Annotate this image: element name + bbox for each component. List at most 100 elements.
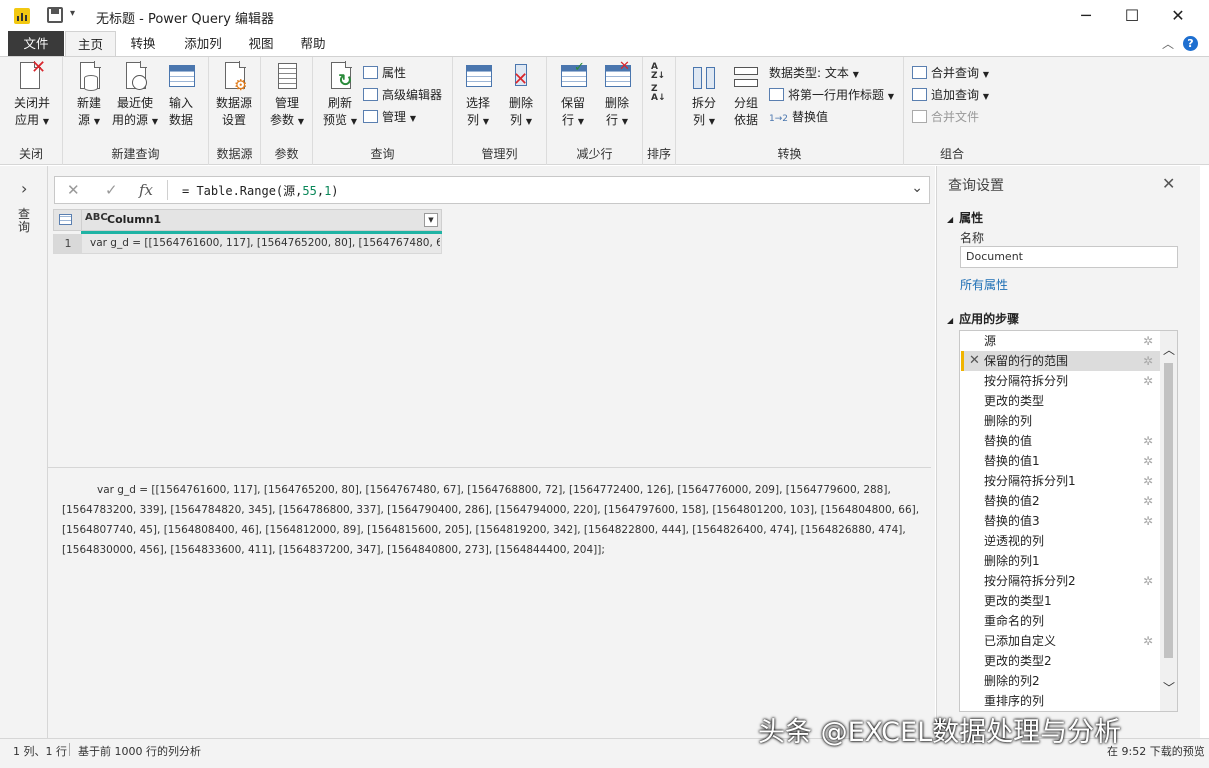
tab-home[interactable]: 主页 <box>65 31 116 56</box>
applied-step[interactable]: 删除的列1 <box>961 551 1161 571</box>
applied-step[interactable]: 重命名的列 <box>961 611 1161 631</box>
maximize-button[interactable]: ☐ <box>1109 0 1155 31</box>
tab-file[interactable]: 文件 <box>8 31 64 56</box>
recent-sources-icon <box>120 61 150 93</box>
cancel-formula-icon[interactable]: ✕ <box>67 181 80 199</box>
step-settings-icon[interactable]: ✲ <box>1143 331 1153 351</box>
manage-params-label-2-text: 参数 <box>270 113 295 127</box>
fx-icon[interactable]: fx <box>139 181 153 199</box>
properties-icon <box>363 66 378 79</box>
preview-divider[interactable] <box>48 467 931 468</box>
applied-step[interactable]: 替换的值1 ✲ <box>961 451 1161 471</box>
tab-view[interactable]: 视图 <box>240 31 282 56</box>
refresh-icon: ↻ <box>325 61 355 93</box>
query-name-input[interactable]: Document <box>960 246 1178 268</box>
expand-formula-icon[interactable]: ⌄ <box>911 180 923 196</box>
tab-transform[interactable]: 转换 <box>120 31 166 56</box>
collapse-ribbon-icon[interactable]: ︿ <box>1162 35 1174 52</box>
advanced-editor-button[interactable]: 高级编辑器 <box>363 85 442 105</box>
table-cell[interactable]: var g_d = [[1564761600, 117], [156476520… <box>90 237 440 249</box>
applied-step[interactable]: 删除的列2 <box>961 671 1161 691</box>
applied-steps-header[interactable]: ◢ 应用的步骤 <box>947 310 1019 327</box>
table-menu-button[interactable] <box>54 210 82 230</box>
applied-step[interactable]: 按分隔符拆分列 ✲ <box>961 371 1161 391</box>
step-settings-icon[interactable]: ✲ <box>1143 571 1153 591</box>
remove-columns-button[interactable]: ✕ 删除 列 ▼ <box>499 61 543 130</box>
group-by-label-1: 分组 <box>733 96 758 110</box>
combine-files-button[interactable]: 合并文件 <box>912 107 979 127</box>
applied-step-label: 逆透视的列 <box>984 534 1045 548</box>
applied-step[interactable]: 按分隔符拆分列2 ✲ <box>961 571 1161 591</box>
enter-data-button[interactable]: 输入 数据 <box>159 61 203 129</box>
save-icon[interactable] <box>47 7 63 23</box>
refresh-preview-button[interactable]: ↻ 刷新 预览 ▼ <box>318 61 362 130</box>
applied-step[interactable]: 替换的值3 ✲ <box>961 511 1161 531</box>
scrollbar-thumb[interactable] <box>1164 363 1173 658</box>
manage-button[interactable]: 管理 ▼ <box>363 107 416 127</box>
minimize-button[interactable]: ─ <box>1063 0 1109 31</box>
applied-step[interactable]: 更改的类型 <box>961 391 1161 411</box>
replace-values-button[interactable]: 1→2 替换值 <box>769 107 828 127</box>
applied-steps-label: 应用的步骤 <box>959 312 1020 326</box>
sort-descending-icon[interactable]: Z A↓ <box>651 85 666 103</box>
step-settings-icon[interactable]: ✲ <box>1143 491 1153 511</box>
group-by-button[interactable]: 分组 依据 <box>724 61 768 129</box>
applied-step[interactable]: 重排序的列 <box>961 691 1161 711</box>
datasource-settings-button[interactable]: ⚙ 数据源 设置 <box>212 61 256 129</box>
remove-rows-button[interactable]: ✕ 删除 行 ▼ <box>595 59 639 130</box>
queries-pane-label[interactable]: 查询 <box>18 208 32 234</box>
column-filter-icon[interactable]: ▼ <box>424 213 438 227</box>
properties-section-header[interactable]: ◢ 属性 <box>947 209 983 226</box>
split-column-button[interactable]: 拆分 列 ▼ <box>682 61 726 130</box>
scroll-down-icon[interactable]: ﹀ <box>1163 679 1175 696</box>
expand-queries-icon[interactable]: › <box>21 179 27 198</box>
manage-params-button[interactable]: 管理 参数 ▼ <box>265 61 309 130</box>
applied-step[interactable]: 按分隔符拆分列1 ✲ <box>961 471 1161 491</box>
help-icon[interactable]: ? <box>1183 36 1198 51</box>
applied-step[interactable]: 已添加自定义 ✲ <box>961 631 1161 651</box>
sort-ascending-icon[interactable]: A Z↓ <box>651 63 665 81</box>
recent-sources-button[interactable]: 最近使 用的源 ▼ <box>111 61 159 130</box>
step-settings-icon[interactable]: ✲ <box>1143 511 1153 531</box>
step-settings-icon[interactable]: ✲ <box>1143 431 1153 451</box>
column-type-icon[interactable]: ABC <box>85 212 108 223</box>
formula-input[interactable]: = Table.Range(源,55,1) <box>182 182 339 199</box>
data-type-dropdown[interactable]: 数据类型: 文本 ▼ <box>769 63 859 83</box>
steps-scrollbar[interactable]: ︿ ﹀ <box>1160 331 1177 711</box>
applied-step[interactable]: 更改的类型2 <box>961 651 1161 671</box>
close-window-button[interactable]: ✕ <box>1155 0 1201 31</box>
applied-step[interactable]: 逆透视的列 <box>961 531 1161 551</box>
step-settings-icon[interactable]: ✲ <box>1143 351 1153 371</box>
table-row[interactable]: 1 var g_d = [[1564761600, 117], [1564765… <box>53 234 442 254</box>
step-settings-icon[interactable]: ✲ <box>1143 371 1153 391</box>
quick-access-dropdown-icon[interactable]: ▾ <box>70 8 75 19</box>
step-settings-icon[interactable]: ✲ <box>1143 451 1153 471</box>
all-properties-link[interactable]: 所有属性 <box>960 276 1008 293</box>
scroll-up-icon[interactable]: ︿ <box>1163 341 1175 358</box>
applied-step[interactable]: 删除的列 <box>961 411 1161 431</box>
choose-columns-button[interactable]: 选择 列 ▼ <box>456 61 500 130</box>
close-apply-button[interactable]: ✕ 关闭并 应用 ▼ <box>10 59 54 130</box>
applied-step[interactable]: 替换的值 ✲ <box>961 431 1161 451</box>
properties-button[interactable]: 属性 <box>363 63 406 83</box>
applied-step[interactable]: ✕ 保留的行的范围 ✲ <box>961 351 1161 371</box>
step-settings-icon[interactable]: ✲ <box>1143 631 1153 651</box>
column-header: ABC Column1 ▼ <box>53 209 442 231</box>
remove-rows-label-2: 行 ▼ <box>595 112 639 130</box>
close-settings-icon[interactable]: ✕ <box>1162 174 1175 193</box>
keep-rows-button[interactable]: ✓ 保留 行 ▼ <box>551 60 595 130</box>
new-source-button[interactable]: 新建 源 ▼ <box>67 61 111 130</box>
applied-step[interactable]: 更改的类型1 <box>961 591 1161 611</box>
merge-queries-button[interactable]: 合并查询 ▼ <box>912 63 989 83</box>
append-queries-button[interactable]: 追加查询 ▼ <box>912 85 989 105</box>
delete-step-icon[interactable]: ✕ <box>969 351 980 371</box>
commit-formula-icon[interactable]: ✓ <box>105 181 118 199</box>
applied-step[interactable]: 源 ✲ <box>961 331 1161 351</box>
status-profiling[interactable]: 基于前 1000 行的列分析 <box>78 743 201 759</box>
tab-add-column[interactable]: 添加列 <box>175 31 231 56</box>
step-settings-icon[interactable]: ✲ <box>1143 471 1153 491</box>
tab-help[interactable]: 帮助 <box>292 31 334 56</box>
applied-step[interactable]: 替换的值2 ✲ <box>961 491 1161 511</box>
column-name[interactable]: Column1 <box>107 213 161 226</box>
use-first-row-button[interactable]: 将第一行用作标题 ▼ <box>769 85 894 105</box>
